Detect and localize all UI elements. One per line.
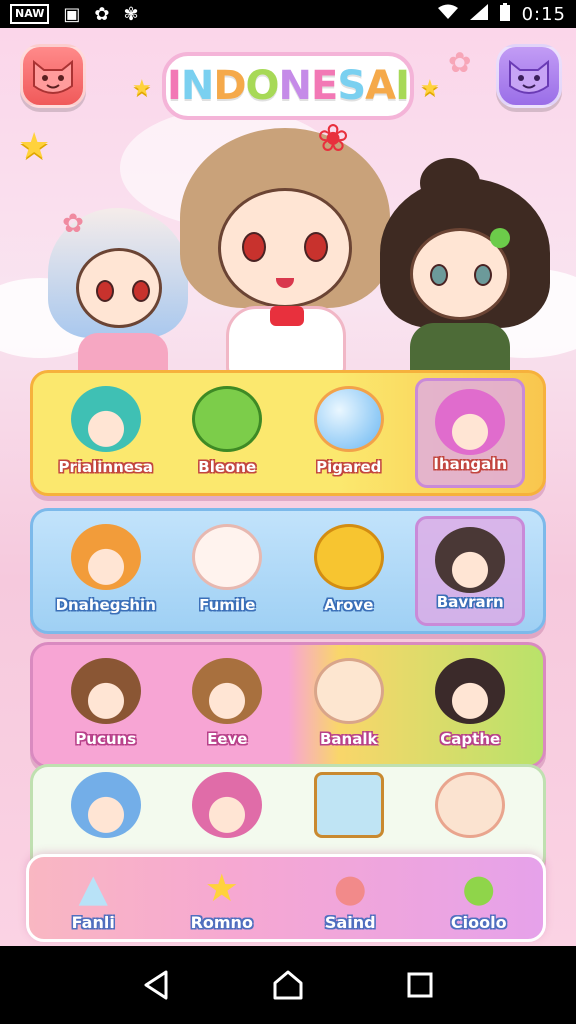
character-row-2: Dnahegshin Fumile Arove Bavrarn xyxy=(30,508,546,634)
character-tile[interactable]: Pigared xyxy=(294,378,404,488)
battery-icon xyxy=(499,2,510,26)
star-icon: ★ xyxy=(204,865,239,910)
recents-button[interactable] xyxy=(400,965,440,1005)
tile-label: Bleone xyxy=(198,458,257,476)
tile-label: Bavrarn xyxy=(436,593,504,611)
yellow-chick-icon xyxy=(313,524,384,590)
character-tile[interactable]: Prialinnesa xyxy=(51,378,161,488)
signal-icon xyxy=(469,3,488,25)
character-tile[interactable]: Bleone xyxy=(172,378,282,488)
flower-icon: ✿ xyxy=(448,46,472,79)
bottom-menu-item-cioolo[interactable]: ● Cioolo xyxy=(424,865,534,932)
recents-icon xyxy=(407,972,433,998)
bow-icon: ❀ xyxy=(317,116,349,160)
status-bar: NAW ▣ ✿ ✾ 0:15 xyxy=(0,0,576,28)
bottom-menu-label: Fanli xyxy=(71,912,115,932)
game-title-logo: INDONESAI xyxy=(162,52,414,120)
dark-hair-avatar-icon xyxy=(435,527,506,593)
character-row-1: Prialinnesa Bleone Pigared Ihangaln xyxy=(30,370,546,496)
bottom-menu-label: Saind xyxy=(324,912,376,932)
orange-hair-avatar-icon xyxy=(70,524,141,590)
bottom-menu-bar: ▲ Fanli ★ Romno ● Saind ● Cioolo xyxy=(26,854,546,942)
tile-label: Prialinnesa xyxy=(58,458,154,476)
black-hair-avatar-icon xyxy=(435,658,506,724)
star-icon: ★ xyxy=(132,76,152,101)
peach-orb-icon xyxy=(435,772,506,838)
pink-hair-avatar-icon xyxy=(435,389,506,455)
character-tile[interactable]: Fumile xyxy=(172,516,282,626)
peach-icon: ● xyxy=(333,865,367,910)
notification-photo-icon: ▣ xyxy=(63,3,81,25)
cake-icon xyxy=(313,772,384,838)
character-tile-selected[interactable]: Ihangaln xyxy=(415,378,526,488)
bottom-menu-label: Cioolo xyxy=(450,912,507,932)
bottom-menu-item-romno[interactable]: ★ Romno xyxy=(167,865,277,932)
character-right xyxy=(380,158,550,378)
bottom-menu-item-fanli[interactable]: ▲ Fanli xyxy=(38,865,148,932)
pink-hair-avatar-icon xyxy=(192,772,263,838)
top-right-menu-button[interactable] xyxy=(496,44,562,108)
white-bun-icon xyxy=(192,524,263,590)
bottom-menu-item-saind[interactable]: ● Saind xyxy=(295,865,405,932)
cream-cat-icon xyxy=(313,658,384,724)
tile-label: Pucuns xyxy=(75,730,137,748)
game-screen: INDONESAI ★ ★ ★ ✿ ✿ ❀ Prialinnesa Bleone… xyxy=(0,28,576,946)
teal-hair-avatar-icon xyxy=(70,386,141,452)
star-icon: ★ xyxy=(420,76,440,101)
tile-label: Arove xyxy=(324,596,374,614)
wifi-icon xyxy=(437,4,458,25)
bow-icon: ✿ xyxy=(62,209,84,239)
home-button[interactable] xyxy=(268,965,308,1005)
crystal-icon: ▲ xyxy=(78,865,108,910)
character-tile[interactable]: Dnahegshin xyxy=(51,516,161,626)
notification-game-icon: ✾ xyxy=(123,3,139,25)
notification-settings-icon: ✿ xyxy=(94,3,110,25)
system-navigation-bar xyxy=(0,946,576,1024)
character-tile[interactable]: Capthe xyxy=(415,650,525,760)
back-icon xyxy=(144,970,168,1000)
bottom-menu-label: Romno xyxy=(190,912,253,932)
tile-label: Banalk xyxy=(320,730,378,748)
green-monster-icon xyxy=(192,386,263,452)
cat-face-icon xyxy=(33,59,73,94)
clock: 0:15 xyxy=(521,3,566,25)
brown-hair-avatar-icon xyxy=(192,658,263,724)
cat-face-icon xyxy=(509,59,549,94)
character-tile[interactable]: Banalk xyxy=(294,650,404,760)
tile-label: Ihangaln xyxy=(433,455,508,473)
character-left: ✿ xyxy=(48,168,198,383)
tile-label: Capthe xyxy=(440,730,501,748)
character-tile[interactable]: Arove xyxy=(294,516,404,626)
character-tile[interactable]: Pucuns xyxy=(51,650,161,760)
brown-hair-avatar-icon xyxy=(70,658,141,724)
character-row-3: Pucuns Eeve Banalk Capthe xyxy=(30,642,546,768)
character-tile-selected[interactable]: Bavrarn xyxy=(415,516,526,626)
blue-orb-icon xyxy=(313,386,384,452)
notification-app-icon: NAW xyxy=(10,4,50,24)
game-title: INDONESAI xyxy=(166,63,410,109)
tile-label: Pigared xyxy=(316,458,382,476)
top-left-menu-button[interactable] xyxy=(20,44,86,108)
character-center: ❀ xyxy=(180,119,390,378)
tile-label: Fumile xyxy=(199,596,256,614)
tile-label: Dnahegshin xyxy=(55,596,156,614)
tile-label: Eeve xyxy=(207,730,248,748)
blue-hair-avatar-icon xyxy=(70,772,141,838)
character-tile[interactable]: Eeve xyxy=(172,650,282,760)
green-orb-icon: ● xyxy=(462,865,496,910)
hero-characters: ✿ ❀ xyxy=(40,119,560,383)
home-icon xyxy=(273,970,303,1000)
back-button[interactable] xyxy=(136,965,176,1005)
